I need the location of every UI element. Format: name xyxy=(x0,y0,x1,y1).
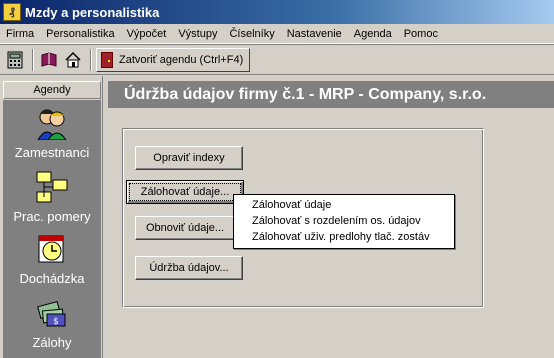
page-title: Údržba údajov firmy č.1 - MRP - Company,… xyxy=(108,81,554,108)
calculator-button[interactable] xyxy=(4,49,26,71)
sidebar-item-label: Prac. pomery xyxy=(13,209,91,224)
svg-text:$: $ xyxy=(53,317,59,327)
people-icon xyxy=(37,109,67,141)
agenda-sidebar-title: Agendy xyxy=(3,81,101,99)
data-maintenance-button[interactable]: Údržba údajov... xyxy=(135,256,243,280)
sidebar-item-label: Dochádzka xyxy=(19,271,85,286)
close-agenda-label: Zatvoriť agendu (Ctrl+F4) xyxy=(119,53,244,66)
backup-popup-menu: Zálohovať údaje Zálohovať s rozdelením o… xyxy=(233,194,455,249)
org-chart-icon xyxy=(36,171,68,203)
sidebar-item-zamestnanci[interactable]: Zamestnanci xyxy=(3,106,101,160)
backup-data-button[interactable]: Zálohovať údaje... xyxy=(126,180,244,204)
agenda-list: Zamestnanci Prac. pomery Dochádzka $ Zál… xyxy=(3,100,101,358)
door-icon xyxy=(101,51,113,68)
calendar-clock-icon xyxy=(38,235,64,263)
popup-item-backup-templates[interactable]: Zálohovať uživ. predlohy tlač. zostáv xyxy=(234,229,454,245)
home-icon xyxy=(65,51,81,67)
sidebar-item-label: Zálohy xyxy=(32,335,72,350)
popup-item-backup-data[interactable]: Zálohovať údaje xyxy=(234,197,454,213)
toolbar-separator xyxy=(32,48,34,71)
money-icon: $ xyxy=(37,301,66,327)
menu-vystupy[interactable]: Výstupy xyxy=(172,28,223,40)
calculator-icon xyxy=(7,51,23,68)
window-title: Mzdy a personalistika xyxy=(25,4,160,20)
agenda-sidebar: Agendy Zamestnanci Prac. pomery Dochádzk… xyxy=(0,76,103,358)
repair-indexes-button[interactable]: Opraviť indexy xyxy=(135,146,243,170)
menu-personalistika[interactable]: Personalistika xyxy=(40,28,120,40)
menu-vypocet[interactable]: Výpočet xyxy=(121,28,173,40)
sidebar-item-dochadzka[interactable]: Dochádzka xyxy=(3,232,101,286)
restore-data-button[interactable]: Obnoviť údaje... xyxy=(135,216,235,240)
sidebar-item-prac-pomery[interactable]: Prac. pomery xyxy=(3,170,101,224)
app-icon: ₰ xyxy=(3,3,21,21)
menu-ciselniky[interactable]: Číselníky xyxy=(223,28,280,40)
menu-agenda[interactable]: Agenda xyxy=(348,28,398,40)
sidebar-item-label: Zamestnanci xyxy=(14,145,90,160)
title-bar: ₰ Mzdy a personalistika xyxy=(0,0,554,24)
menu-firma[interactable]: Firma xyxy=(0,28,40,40)
menu-pomoc[interactable]: Pomoc xyxy=(398,28,444,40)
popup-item-backup-split[interactable]: Zálohovať s rozdelením os. údajov xyxy=(234,213,454,229)
toolbar-separator xyxy=(90,48,92,71)
home-button[interactable] xyxy=(62,49,84,71)
menu-nastavenie[interactable]: Nastavenie xyxy=(281,28,348,40)
close-agenda-button[interactable]: Zatvoriť agendu (Ctrl+F4) xyxy=(96,47,251,72)
menu-bar: Firma Personalistika Výpočet Výstupy Čís… xyxy=(0,24,554,44)
toolbar: Zatvoriť agendu (Ctrl+F4) xyxy=(0,44,554,75)
book-button[interactable] xyxy=(38,49,60,71)
sidebar-item-zalohy[interactable]: $ Zálohy xyxy=(3,296,101,350)
book-icon xyxy=(41,51,57,67)
